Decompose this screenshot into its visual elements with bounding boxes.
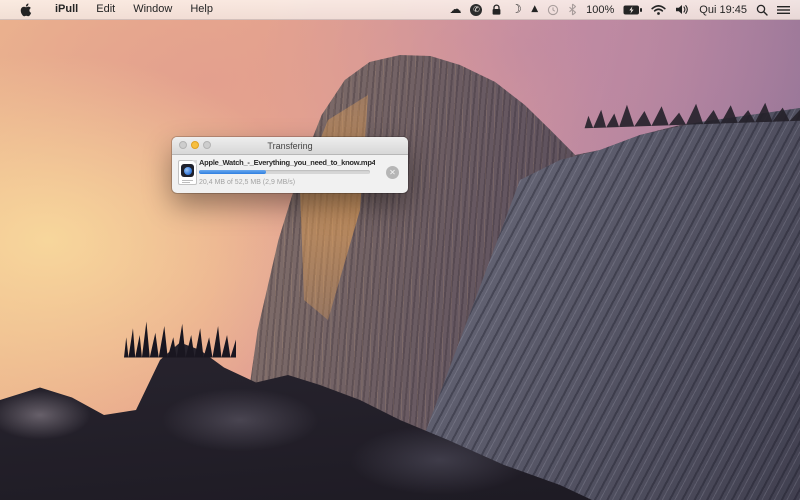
icon-text-line: [182, 180, 193, 181]
window-titlebar[interactable]: Transfering: [172, 137, 408, 155]
icon-text-line: [182, 182, 190, 183]
phone-glyph: ✆: [470, 3, 483, 16]
traffic-lights: [179, 141, 211, 149]
apple-logo-icon: [20, 2, 32, 17]
mp4-file-icon: [178, 160, 197, 185]
notification-center-icon[interactable]: [777, 0, 790, 19]
quicktime-badge-icon: [181, 164, 194, 177]
battery-percent-label: 100%: [586, 3, 615, 16]
minimize-button[interactable]: [191, 141, 199, 149]
quicktime-q-icon: [183, 166, 192, 175]
volume-icon[interactable]: [675, 0, 690, 19]
transfer-window: Transfering Apple_Watch_-_Everything_you…: [172, 137, 408, 193]
menu-item-help[interactable]: Help: [181, 0, 222, 19]
moon-icon[interactable]: ☾: [511, 0, 522, 19]
menu-bar: iPull Edit Window Help ☁ ✆ ☾ ▲ 100% Qui …: [0, 0, 800, 20]
cancel-transfer-button[interactable]: ✕: [386, 166, 399, 179]
menu-bar-status-area: ☁ ✆ ☾ ▲ 100% Qui 19:45: [449, 0, 800, 19]
time-machine-clock-icon[interactable]: [547, 0, 559, 19]
menu-bar-clock[interactable]: Qui 19:45: [699, 0, 747, 19]
cloud-icon[interactable]: ☁: [449, 0, 461, 19]
menu-bar-left: iPull Edit Window Help: [0, 0, 222, 19]
phone-circle-icon[interactable]: ✆: [470, 0, 483, 19]
drive-triangle-icon[interactable]: ▲: [531, 0, 538, 19]
transfer-list: Apple_Watch_-_Everything_you_need_to_kno…: [172, 155, 408, 193]
padlock-icon[interactable]: [491, 0, 502, 19]
window-title: Transfering: [267, 140, 313, 151]
transfer-progress-bar: [199, 170, 370, 174]
spotlight-search-icon[interactable]: [756, 0, 768, 19]
transfer-progress-fill: [199, 170, 266, 174]
close-button[interactable]: [179, 141, 187, 149]
transfer-status-text: 20,4 MB of 52,5 MB (2,9 MB/s): [199, 179, 296, 186]
bluetooth-icon[interactable]: [568, 0, 577, 19]
zoom-button[interactable]: [203, 141, 211, 149]
apple-menu[interactable]: [11, 2, 42, 17]
transfer-filename: Apple_Watch_-_Everything_you_need_to_kno…: [199, 158, 375, 167]
battery-charging-icon[interactable]: [623, 0, 643, 19]
menu-item-ipull[interactable]: iPull: [46, 0, 87, 19]
wifi-icon[interactable]: [651, 0, 666, 19]
menu-item-edit[interactable]: Edit: [87, 0, 124, 19]
menu-item-window[interactable]: Window: [124, 0, 181, 19]
